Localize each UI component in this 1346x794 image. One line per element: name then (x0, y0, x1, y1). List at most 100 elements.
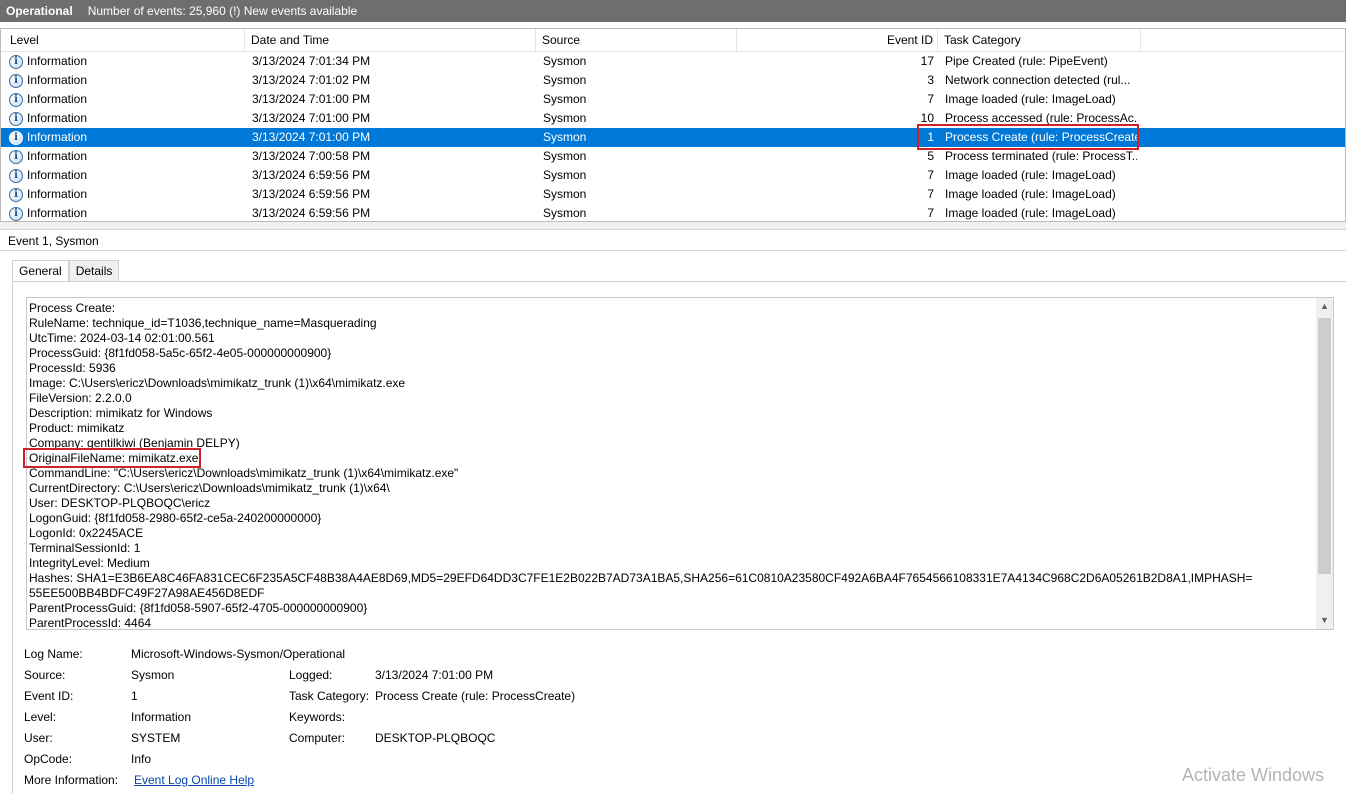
event-description-textbox[interactable]: Process Create: RuleName: technique_id=T1… (26, 297, 1334, 630)
event-id-cell: 7 (927, 206, 934, 220)
event-count-info: Number of events: 25,960 (!) New events … (87, 4, 358, 18)
event-description-line: 55EE500BB4BDFC49F27A98AE456D8EDF (29, 586, 265, 600)
user-label: User: (24, 731, 53, 745)
event-id-cell: 7 (927, 187, 934, 201)
pane-splitter[interactable] (0, 222, 1346, 230)
event-task-category-cell: Image loaded (rule: ImageLoad) (945, 187, 1116, 201)
column-header-source[interactable]: Source (536, 29, 737, 52)
event-description-line: LogonId: 0x2245ACE (29, 526, 144, 540)
event-level-text: Information (27, 206, 88, 220)
keywords-label: Keywords: (289, 710, 346, 724)
event-description-line: TerminalSessionId: 1 (29, 541, 141, 555)
event-row[interactable]: i Information 3/13/2024 6:59:56 PM Sysmon 7 I… (1, 166, 1345, 185)
tab-general[interactable]: General (12, 260, 69, 283)
information-icon: i (9, 92, 23, 107)
event-description-line: ProcessGuid: {8f1fd058-5a5c-65f2-4e05-00… (29, 346, 332, 360)
event-description-line: User: DESKTOP-PLQBOQC\ericz (29, 496, 211, 510)
opcode-value: Info (131, 752, 152, 766)
event-level-cell: i Information (9, 90, 239, 109)
event-row[interactable]: i Information 3/13/2024 7:01:02 PM Sysmon 3 N… (1, 71, 1345, 90)
highlight-box-original-filename (23, 448, 201, 468)
event-description-line: OriginalFileName: mimikatz.exe (29, 451, 199, 465)
event-level-cell: i Information (9, 71, 239, 90)
event-detail-title: Event 1, Sysmon (0, 231, 1346, 251)
event-level-cell: i Information (9, 109, 239, 128)
event-description-line: CurrentDirectory: C:\Users\ericz\Downloa… (29, 481, 390, 495)
event-id-cell: 7 (927, 168, 934, 182)
event-source-cell: Sysmon (543, 206, 587, 220)
event-task-category-cell: Image loaded (rule: ImageLoad) (945, 168, 1116, 182)
tab-details[interactable]: Details (68, 260, 120, 282)
event-level-cell: i Information (9, 166, 239, 185)
level-value: Information (131, 710, 192, 724)
event-level-text: Information (27, 130, 88, 144)
log-name-label: Log Name: (24, 647, 83, 661)
event-source-cell: Sysmon (543, 111, 587, 125)
task-category-value: Process Create (rule: ProcessCreate) (375, 689, 576, 703)
event-row[interactable]: i Information 3/13/2024 7:00:58 PM Sysmon 5 P… (1, 147, 1345, 166)
event-id-label: Event ID: (24, 689, 74, 703)
event-row[interactable]: i Information 3/13/2024 6:59:56 PM Sysmon 7 I… (1, 204, 1345, 221)
event-datetime-cell: 3/13/2024 7:01:00 PM (252, 130, 371, 144)
event-id-cell: 10 (920, 111, 934, 125)
event-source-cell: Sysmon (543, 54, 587, 68)
task-category-label: Task Category: (289, 689, 370, 703)
event-level-text: Information (27, 92, 88, 106)
event-row[interactable]: i Information 3/13/2024 7:01:34 PM Sysmon 17… (1, 52, 1345, 71)
event-description-line: ParentProcessGuid: {8f1fd058-5907-65f2-4… (29, 601, 368, 615)
user-value: SYSTEM (131, 731, 181, 745)
event-task-category-cell: Image loaded (rule: ImageLoad) (945, 92, 1116, 106)
event-datetime-cell: 3/13/2024 7:01:02 PM (252, 73, 371, 87)
scroll-up-icon[interactable]: ▲ (1316, 298, 1333, 315)
event-log-online-help-link[interactable]: Event Log Online Help (134, 773, 254, 787)
event-datetime-cell: 3/13/2024 7:01:34 PM (252, 54, 371, 68)
event-description-line: CommandLine: "C:\Users\ericz\Downloads\m… (29, 466, 459, 480)
event-id-value: 1 (131, 689, 138, 703)
description-scrollbar[interactable]: ▲ ▼ (1316, 298, 1333, 629)
event-id-cell: 7 (927, 92, 934, 106)
event-row[interactable]: i Information 3/13/2024 7:01:00 PM Sysmon 7 I… (1, 90, 1345, 109)
source-label: Source: (24, 668, 66, 682)
event-level-text: Information (27, 111, 88, 125)
event-description-line: ProcessId: 5936 (29, 361, 116, 375)
computer-label: Computer: (289, 731, 346, 745)
events-list[interactable]: Level Date and Time Source Event ID Task… (0, 28, 1346, 222)
event-level-cell: i Information (9, 204, 239, 221)
column-header-level[interactable]: Level (4, 29, 245, 52)
column-header-task-category[interactable]: Task Category (938, 29, 1141, 52)
event-level-cell: i Information (9, 52, 239, 71)
event-description-line: ParentProcessId: 4464 (29, 616, 152, 630)
event-task-category-cell: Image loaded (rule: ImageLoad) (945, 206, 1116, 220)
information-icon: i (9, 130, 23, 145)
event-source-cell: Sysmon (543, 187, 587, 201)
event-description-line: Product: mimikatz (29, 421, 125, 435)
events-list-header: Level Date and Time Source Event ID Task… (1, 29, 1345, 52)
logged-label: Logged: (289, 668, 333, 682)
log-header-bar: Operational Number of events: 25,960 (!)… (0, 0, 1346, 22)
event-level-cell: i Information (9, 128, 239, 147)
event-source-cell: Sysmon (543, 149, 587, 163)
more-info-label: More Information: (24, 773, 119, 787)
event-datetime-cell: 3/13/2024 7:01:00 PM (252, 92, 371, 106)
event-row[interactable]: i Information 3/13/2024 7:01:00 PM Sysmon 10… (1, 109, 1345, 128)
event-task-category-cell: Pipe Created (rule: PipeEvent) (945, 54, 1108, 68)
scroll-thumb[interactable] (1318, 318, 1331, 574)
information-icon: i (9, 149, 23, 164)
column-header-datetime[interactable]: Date and Time (245, 29, 536, 52)
event-datetime-cell: 3/13/2024 7:00:58 PM (252, 149, 371, 163)
event-level-text: Information (27, 168, 88, 182)
information-icon: i (9, 73, 23, 88)
event-id-cell: 17 (920, 54, 934, 68)
log-title: Operational (6, 4, 73, 18)
event-description-line: FileVersion: 2.2.0.0 (29, 391, 132, 405)
event-description-line: Company: gentilkiwi (Benjamin DELPY) (29, 436, 240, 450)
event-source-cell: Sysmon (543, 130, 587, 144)
event-row[interactable]: i Information 3/13/2024 7:01:00 PM Sysmon 1 P… (1, 128, 1345, 147)
event-row[interactable]: i Information 3/13/2024 6:59:56 PM Sysmon 7 I… (1, 185, 1345, 204)
event-level-text: Information (27, 54, 88, 68)
event-description-line: Image: C:\Users\ericz\Downloads\mimikatz… (29, 376, 406, 390)
scroll-down-icon[interactable]: ▼ (1316, 612, 1333, 629)
event-source-cell: Sysmon (543, 73, 587, 87)
event-source-cell: Sysmon (543, 168, 587, 182)
column-header-event-id[interactable]: Event ID (737, 29, 938, 52)
